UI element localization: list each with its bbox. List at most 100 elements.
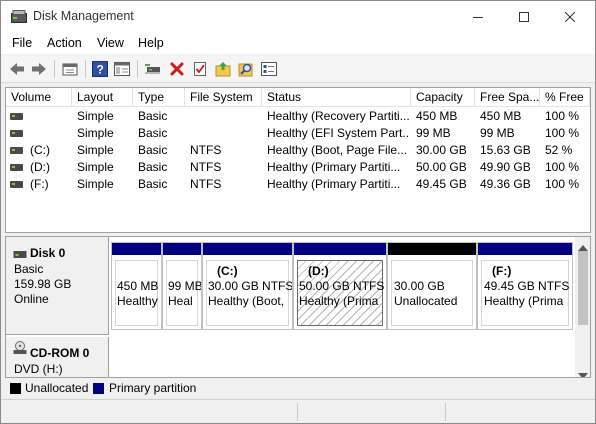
partition-body: [166, 260, 198, 326]
partition-f[interactable]: (F:) 49.45 GB NTFS Healthy (Prima: [477, 242, 573, 330]
legend-unallocated-label: Unallocated: [25, 381, 89, 395]
close-button[interactable]: [547, 1, 593, 32]
minimize-button[interactable]: [455, 1, 501, 32]
volume-icon: [10, 147, 23, 154]
open-folder-button[interactable]: [213, 59, 233, 79]
volume-name: (C:): [30, 143, 50, 157]
partition-letter: (D:): [308, 264, 329, 278]
search-icon: [238, 63, 253, 77]
partition-body: [391, 260, 473, 326]
help-icon: ?: [92, 61, 108, 77]
volume-free-space: 450 MB: [480, 109, 522, 123]
menu-help[interactable]: Help: [138, 36, 164, 50]
help-button[interactable]: ?: [90, 59, 110, 79]
partition-d-selected[interactable]: (D:) 50.00 GB NTFS Healthy (Prima: [293, 242, 387, 330]
volume-row[interactable]: Simple Basic Healthy (Recovery Partiti..…: [6, 108, 590, 125]
scrollbar-thumb[interactable]: [578, 251, 588, 325]
volume-layout: Simple: [77, 160, 114, 174]
volume-capacity: 49.45 GB: [416, 177, 467, 191]
delete-button[interactable]: [167, 59, 187, 79]
partition-letter: (F:): [492, 264, 512, 278]
folder-up-icon: [215, 62, 231, 77]
partition-size: 450 MB: [117, 279, 159, 293]
volume-status: Healthy (Primary Partiti...: [267, 177, 401, 191]
properties-button[interactable]: [190, 59, 210, 79]
volume-type: Basic: [138, 143, 168, 157]
disk-graphical-view[interactable]: Disk 0 Basic 159.98 GB Online 450 MB Hea…: [5, 236, 591, 378]
disk-0-size: 159.98 GB: [14, 277, 72, 291]
forward-button[interactable]: [29, 59, 49, 79]
volume-capacity: 99 MB: [416, 126, 451, 140]
cd-rom-icon: [13, 341, 27, 358]
column-header-layout[interactable]: Layout: [72, 88, 133, 107]
volume-icon: [10, 164, 23, 171]
partition-efi[interactable]: 99 MB Heal: [162, 242, 202, 330]
volume-file-system: NTFS: [190, 160, 222, 174]
partition-status: Healthy (Prima: [484, 294, 564, 308]
volume-list[interactable]: Volume Layout Type File System Status Ca…: [5, 87, 591, 233]
properties-icon: [194, 62, 206, 76]
search-button[interactable]: [236, 59, 256, 79]
column-header-free-space[interactable]: Free Spa...: [475, 88, 540, 107]
disk-0-state: Online: [14, 292, 49, 306]
volume-name: (F:): [30, 177, 49, 191]
window-title: Disk Management: [33, 9, 134, 23]
maximize-button[interactable]: [501, 1, 547, 32]
volume-capacity: 50.00 GB: [416, 160, 467, 174]
legend-primary-swatch: [93, 383, 104, 394]
volume-capacity: 450 MB: [416, 109, 458, 123]
volume-row[interactable]: Simple Basic Healthy (EFI System Part...…: [6, 125, 590, 142]
title-bar[interactable]: Disk Management: [1, 1, 595, 32]
partition-size: 49.45 GB NTFS: [484, 279, 570, 293]
volume-name: (D:): [30, 160, 50, 174]
column-header-status[interactable]: Status: [262, 88, 411, 107]
disk-0-name: Disk 0: [30, 246, 66, 260]
column-header-volume[interactable]: Volume: [6, 88, 72, 107]
svg-text:?: ?: [97, 63, 104, 77]
connect-drive-button[interactable]: [143, 59, 163, 79]
volume-free-space: 99 MB: [480, 126, 515, 140]
volume-status: Healthy (Recovery Partiti...: [267, 109, 410, 123]
scroll-down-arrow-icon[interactable]: [578, 368, 588, 377]
disk-0-label[interactable]: Disk 0 Basic 159.98 GB Online: [6, 237, 109, 335]
volume-percent-free: 100 %: [545, 177, 580, 191]
show-hide-console-tree-button[interactable]: [112, 59, 132, 79]
column-header-file-system[interactable]: File System: [185, 88, 262, 107]
partition-recovery[interactable]: 450 MB Healthy: [111, 242, 162, 330]
volume-free-space: 15.63 GB: [480, 143, 531, 157]
more-options-button[interactable]: [259, 59, 279, 79]
delete-icon: [170, 62, 184, 76]
volume-type: Basic: [138, 177, 168, 191]
volume-row[interactable]: (D:) Simple Basic NTFS Healthy (Primary …: [6, 159, 590, 176]
partition-unallocated[interactable]: 30.00 GB Unallocated: [387, 242, 477, 330]
menu-file[interactable]: File: [12, 36, 32, 50]
partition-size: 50.00 GB NTFS: [299, 279, 385, 293]
cd-rom-media-area[interactable]: [110, 337, 575, 377]
volume-percent-free: 100 %: [545, 160, 580, 174]
column-header-percent-free[interactable]: % Free: [540, 88, 590, 107]
connect-drive-icon: [145, 64, 160, 74]
disk-0-type: Basic: [14, 262, 44, 276]
status-bar: [1, 399, 595, 423]
partition-c[interactable]: (C:) 30.00 GB NTFS Healthy (Boot,: [202, 242, 293, 330]
disk-management-app-icon: [11, 10, 27, 23]
menu-view[interactable]: View: [97, 36, 124, 50]
back-button[interactable]: [7, 59, 27, 79]
partition-size: 99 MB: [168, 279, 202, 293]
disk-management-window: Disk Management File Action View Help ?: [0, 0, 596, 424]
vertical-scrollbar[interactable]: [575, 237, 590, 377]
cd-rom-0-label[interactable]: CD-ROM 0 DVD (H:): [6, 337, 109, 377]
volume-name: [30, 108, 70, 125]
volume-row[interactable]: (C:) Simple Basic NTFS Healthy (Boot, Pa…: [6, 142, 590, 159]
column-header-type[interactable]: Type: [133, 88, 185, 107]
menu-action[interactable]: Action: [47, 36, 82, 50]
partition-status: Healthy (Prima: [299, 294, 379, 308]
volume-row[interactable]: (F:) Simple Basic NTFS Healthy (Primary …: [6, 176, 590, 193]
hard-disk-icon: [13, 248, 27, 262]
volume-status: Healthy (EFI System Part...: [267, 126, 410, 140]
up-one-level-button[interactable]: [60, 59, 80, 79]
menu-bar: File Action View Help: [1, 32, 595, 54]
column-header-capacity[interactable]: Capacity: [411, 88, 475, 107]
partition-bar: [203, 243, 292, 255]
toolbar-separator: [137, 60, 138, 78]
